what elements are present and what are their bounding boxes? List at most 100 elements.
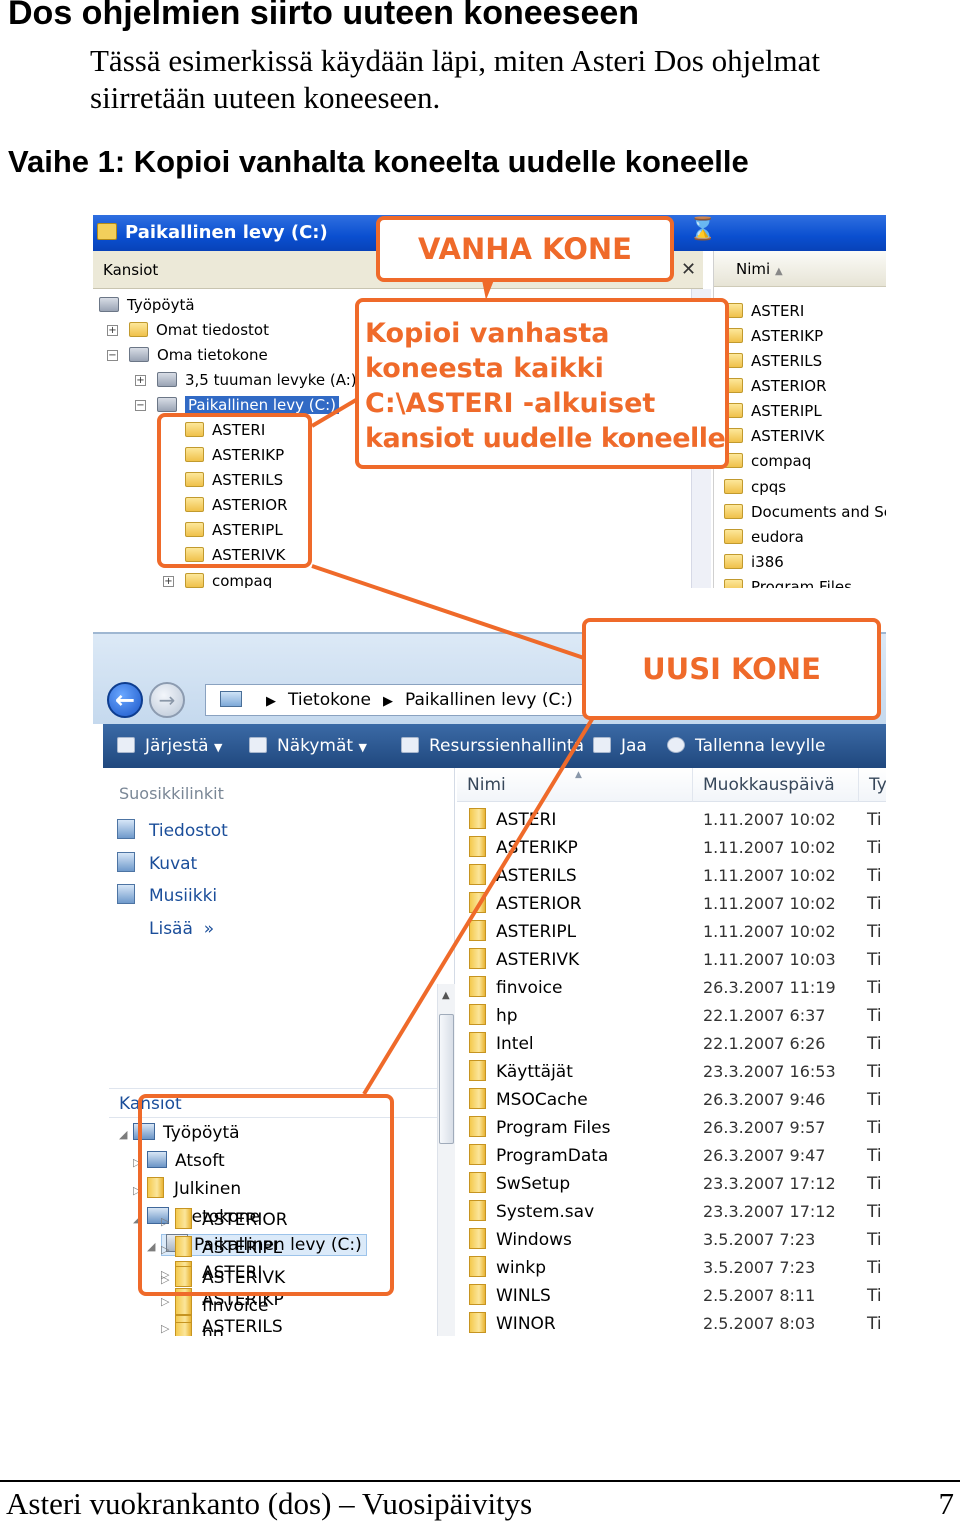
folder-icon bbox=[469, 1115, 486, 1137]
more-link[interactable]: Lisää » bbox=[149, 914, 214, 944]
expand-icon[interactable]: + bbox=[163, 576, 174, 587]
column-header-modified[interactable]: Muokkauspäivä bbox=[693, 768, 859, 802]
dropdown-arrow-icon: ▼ bbox=[213, 741, 223, 754]
breadcrumb-local-disk[interactable]: Paikallinen levy (C:) bbox=[405, 690, 573, 710]
tree-item-my-documents[interactable]: + Omat tiedostot bbox=[107, 318, 269, 342]
instruction-line: Kopioi vanhasta bbox=[365, 318, 610, 349]
table-row[interactable]: ASTERIPL 1.11.2007 10:02 Ti bbox=[457, 918, 886, 946]
file-modified-date: 26.3.2007 9:47 bbox=[703, 1146, 826, 1165]
list-item[interactable]: ASTERIVK bbox=[724, 424, 824, 449]
table-row[interactable]: Windows 3.5.2007 7:23 Ti bbox=[457, 1226, 886, 1254]
table-row[interactable]: hp 22.1.2007 6:37 Ti bbox=[457, 1002, 886, 1030]
tree-item-hp[interactable]: hp bbox=[161, 1320, 224, 1336]
tree-item-finvoice[interactable]: finvoice bbox=[161, 1292, 268, 1320]
expand-icon[interactable]: + bbox=[107, 325, 118, 336]
list-item[interactable]: eudora bbox=[724, 525, 804, 550]
list-item[interactable]: cpqs bbox=[724, 475, 786, 500]
breadcrumb-arrow-icon: ▶ bbox=[266, 694, 276, 709]
list-item[interactable]: ASTERIPL bbox=[724, 399, 822, 424]
organize-button[interactable]: Järjestä ▼ bbox=[117, 724, 222, 770]
list-item[interactable]: ASTERI bbox=[724, 299, 804, 324]
tree-item-floppy[interactable]: +3,5 tuuman levyke (A:) bbox=[135, 368, 357, 392]
file-modified-date: 1.11.2007 10:02 bbox=[703, 922, 836, 941]
file-modified-date: 22.1.2007 6:37 bbox=[703, 1006, 826, 1025]
folder-icon bbox=[175, 1321, 192, 1336]
folder-icon bbox=[469, 1143, 486, 1165]
list-item[interactable]: ASTERILS bbox=[724, 349, 822, 374]
file-modified-date: 1.11.2007 10:03 bbox=[703, 950, 836, 969]
list-item[interactable]: compaq bbox=[724, 449, 811, 474]
table-row[interactable]: ASTERIVK 1.11.2007 10:03 Ti bbox=[457, 946, 886, 974]
list-item[interactable]: Program Files bbox=[724, 575, 852, 588]
tree-item-label: finvoice bbox=[202, 1296, 269, 1316]
list-item[interactable]: i386 bbox=[724, 550, 784, 575]
file-name: ASTERIOR bbox=[469, 890, 582, 918]
scroll-up-icon[interactable]: ▲ bbox=[442, 990, 450, 1001]
table-row[interactable]: ASTERIOR 1.11.2007 10:02 Ti bbox=[457, 890, 886, 918]
list-item[interactable]: ASTERIOR bbox=[724, 374, 827, 399]
toolbar-label: Näkymät bbox=[277, 736, 354, 756]
explorer-button[interactable]: Resurssienhallinta bbox=[401, 724, 584, 768]
scrollbar-thumb[interactable] bbox=[439, 1014, 454, 1144]
table-row[interactable]: MSOCache 26.3.2007 9:46 Ti bbox=[457, 1086, 886, 1114]
file-name: ASTERIVK bbox=[469, 946, 579, 974]
folder-icon bbox=[469, 1087, 486, 1109]
table-row[interactable]: winkp 3.5.2007 7:23 Ti bbox=[457, 1254, 886, 1282]
forward-arrow-icon[interactable]: → bbox=[149, 682, 185, 718]
favorite-music[interactable]: Musiikki bbox=[117, 881, 217, 911]
table-row[interactable]: finvoice 26.3.2007 11:19 Ti bbox=[457, 974, 886, 1002]
table-row[interactable]: WINOR 2.5.2007 8:03 Ti bbox=[457, 1310, 886, 1336]
favorites-title: Suosikkilinkit bbox=[119, 784, 224, 803]
collapse-icon[interactable]: − bbox=[135, 400, 146, 411]
column-header-name[interactable]: Nimi ▲ bbox=[714, 251, 886, 287]
favorite-pictures[interactable]: Kuvat bbox=[117, 849, 197, 879]
instruction-line: C:\ASTERI -alkuiset bbox=[365, 388, 656, 419]
back-arrow-icon[interactable]: ← bbox=[107, 682, 143, 718]
computer-icon bbox=[129, 346, 149, 362]
toolbar-label: Jaa bbox=[621, 736, 647, 756]
table-row[interactable]: ASTERIKP 1.11.2007 10:02 Ti bbox=[457, 834, 886, 862]
file-type: Ti bbox=[867, 1062, 882, 1082]
floppy-drive-icon bbox=[157, 371, 177, 387]
list-item-label: Documents and Set bbox=[751, 503, 886, 521]
tree-item-label: hp bbox=[202, 1324, 224, 1336]
tree-item-compaq[interactable]: + compaq bbox=[163, 569, 272, 588]
computer-icon bbox=[220, 690, 242, 707]
list-item-label: ASTERIOR bbox=[751, 377, 827, 395]
table-row[interactable]: SwSetup 23.3.2007 17:12 Ti bbox=[457, 1170, 886, 1198]
highlight-old-asteri-folders bbox=[157, 413, 312, 568]
list-item[interactable]: Documents and Set bbox=[724, 500, 886, 525]
tree-scrollbar[interactable]: ▲ bbox=[437, 984, 455, 1336]
instruction-line: kansiot uudelle koneelle bbox=[365, 423, 726, 454]
file-name: Intel bbox=[469, 1030, 534, 1058]
list-item[interactable]: ASTERIKP bbox=[724, 324, 823, 349]
table-row[interactable]: Käyttäjät 23.3.2007 16:53 Ti bbox=[457, 1058, 886, 1086]
breadcrumb-computer[interactable]: Tietokone bbox=[288, 690, 371, 710]
tree-item-desktop[interactable]: Työpöytä bbox=[99, 293, 195, 317]
share-button[interactable]: Jaa bbox=[593, 724, 647, 768]
folder-icon bbox=[469, 807, 486, 829]
collapse-icon[interactable]: − bbox=[107, 350, 118, 361]
table-row[interactable]: Intel 22.1.2007 6:26 Ti bbox=[457, 1030, 886, 1058]
expand-icon[interactable]: + bbox=[135, 375, 146, 386]
table-row[interactable]: ASTERILS 1.11.2007 10:02 Ti bbox=[457, 862, 886, 890]
burn-button[interactable]: Tallenna levylle bbox=[667, 724, 825, 768]
table-row[interactable]: ASTERI 1.11.2007 10:02 Ti bbox=[457, 806, 886, 834]
vista-toolbar: Järjestä ▼ Näkymät ▼ Resurssienhallinta … bbox=[103, 724, 886, 768]
page-title: Dos ohjelmien siirto uuteen koneeseen bbox=[8, 0, 640, 32]
column-header-type[interactable]: Ty bbox=[859, 768, 886, 802]
table-row[interactable]: System.sav 23.3.2007 17:12 Ti bbox=[457, 1198, 886, 1226]
toolbar-label: Tallenna levylle bbox=[695, 736, 826, 756]
close-icon[interactable]: ✕ bbox=[681, 259, 696, 280]
list-item-label: cpqs bbox=[751, 478, 787, 496]
table-row[interactable]: WINLS 2.5.2007 8:11 Ti bbox=[457, 1282, 886, 1310]
views-button[interactable]: Näkymät ▼ bbox=[249, 724, 367, 770]
table-row[interactable]: Program Files 26.3.2007 9:57 Ti bbox=[457, 1114, 886, 1142]
table-row[interactable]: ProgramData 26.3.2007 9:47 Ti bbox=[457, 1142, 886, 1170]
list-item-label: ASTERI bbox=[751, 302, 805, 320]
footer-divider bbox=[0, 1480, 960, 1482]
favorite-documents[interactable]: Tiedostot bbox=[117, 816, 228, 846]
music-icon bbox=[117, 884, 135, 904]
tree-item-my-computer[interactable]: − Oma tietokone bbox=[107, 343, 268, 367]
folder-icon bbox=[469, 947, 486, 969]
